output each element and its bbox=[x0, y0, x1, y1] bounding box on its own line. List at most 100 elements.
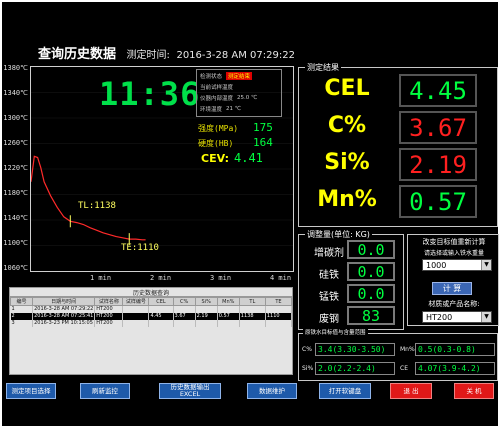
column-header[interactable]: CEL bbox=[148, 297, 174, 306]
info-row: 环境温度 21 ℃ bbox=[197, 103, 281, 114]
chevron-down-icon[interactable]: ▼ bbox=[481, 260, 491, 270]
history-table[interactable]: 历史数据查询 编号 日期与时间 试样名称 试样编号 CEL C% Si% Mn% TL TE 12… bbox=[9, 287, 293, 375]
column-header[interactable]: Si% bbox=[194, 297, 218, 306]
status-info-box: 检测状态 测定结束当前试样温度 仪器内部温度 25.0 ℃ 环境温度 21 ℃ bbox=[196, 69, 282, 117]
table-cell bbox=[217, 305, 240, 313]
table-cell bbox=[195, 305, 218, 313]
table-caption: 历史数据查询 bbox=[10, 288, 292, 297]
cev-label: CEV: bbox=[201, 152, 230, 165]
time-value: 2016-3-28 AM 07:29:22 bbox=[176, 50, 295, 61]
table-cell bbox=[122, 319, 150, 327]
adjust-label: 硅铁 bbox=[319, 270, 339, 281]
column-header[interactable]: 试样名称 bbox=[94, 297, 124, 306]
target-title: 改变目标值重新计算 bbox=[422, 238, 486, 246]
calculate-button[interactable]: 计 算 bbox=[432, 282, 472, 295]
table-row[interactable]: 1 2016-3-28 AM 07:29:22 HT200 bbox=[10, 305, 292, 313]
adjust-value: 0.0 bbox=[347, 284, 395, 303]
y-tick-label: 1260℃ bbox=[3, 139, 28, 147]
table-cell bbox=[148, 305, 174, 313]
table-cell: 1 bbox=[10, 305, 34, 313]
result-value: 2.19 bbox=[399, 148, 477, 181]
table-cell: 2 bbox=[10, 312, 34, 320]
title-text: 查询历史数据 bbox=[38, 47, 117, 62]
clock-display: 11:36 bbox=[99, 75, 201, 113]
y-tick-label: 1140℃ bbox=[3, 214, 28, 222]
adjust-label: 锰铁 bbox=[319, 292, 339, 303]
table-cell bbox=[173, 305, 196, 313]
calibration-title: 原铁水目标值与含量范围 bbox=[303, 328, 368, 336]
table-cell bbox=[239, 305, 266, 313]
adjust-label: 废钢 bbox=[319, 314, 339, 325]
y-tick-label: 1180℃ bbox=[3, 189, 28, 197]
column-header[interactable]: 日期与时间 bbox=[32, 297, 96, 306]
cal-value-ce: 4.07(3.9-4.2) bbox=[415, 362, 495, 375]
weight-value: 1000 bbox=[426, 260, 447, 270]
table-row[interactable]: 2 2016-3-28 AM 07:25:41 HT200 4.45 3.67 2.19 0… bbox=[10, 312, 292, 320]
result-label: CEL bbox=[324, 76, 370, 101]
table-cell bbox=[148, 319, 174, 327]
table-cell: 2016-3-23 PM 10:15:05 bbox=[32, 319, 96, 327]
result-label: Mn% bbox=[317, 187, 377, 212]
target-panel: 改变目标值重新计算 请选择或输入铁水重量 1000 ▼ 计 算 材质或产品名称:… bbox=[407, 234, 499, 326]
table-cell: 3.67 bbox=[173, 312, 196, 320]
table-cell: 2016-3-28 AM 07:25:41 bbox=[32, 312, 96, 320]
cal-value-si: 2.0(2.2-2.4) bbox=[315, 362, 395, 375]
info-label: 当前试样温度 bbox=[200, 84, 234, 91]
weight-select[interactable]: 1000 ▼ bbox=[422, 259, 492, 271]
toolbar-button-4[interactable]: 打开软键盘 bbox=[319, 383, 371, 399]
material-label: 材质或产品名称: bbox=[428, 300, 480, 308]
x-tick-label: 2 min bbox=[150, 274, 172, 282]
results-title: 测定结果 bbox=[305, 62, 341, 73]
y-tick-label: 1060℃ bbox=[3, 264, 28, 272]
info-value: 测定结束 bbox=[226, 71, 253, 80]
strength-label: 强度(MPa) bbox=[198, 124, 239, 133]
page-title: 查询历史数据 测定时间: 2016-3-28 AM 07:29:22 bbox=[38, 43, 295, 62]
toolbar-button-1[interactable]: 刷新监控 bbox=[80, 383, 130, 399]
table-cell bbox=[217, 319, 240, 327]
adjust-value: 0.0 bbox=[347, 240, 395, 259]
toolbar-button-6[interactable]: 关 机 bbox=[454, 383, 494, 399]
toolbar-button-0[interactable]: 测定项目选择 bbox=[6, 383, 56, 399]
calibration-panel: 原铁水目标值与含量范围 C% 3.4(3.30-3.50) Mn% 0.5(0.… bbox=[298, 328, 498, 381]
column-header[interactable]: TE bbox=[264, 297, 292, 306]
cal-label-ce: CE bbox=[400, 365, 408, 372]
adjust-value: 83 bbox=[347, 306, 395, 325]
te-annotation: TE:1110 bbox=[121, 243, 159, 253]
table-cell: 1110 bbox=[265, 312, 292, 320]
cal-label-c: C% bbox=[302, 346, 312, 353]
info-row: 检测状态 测定结束 bbox=[197, 70, 281, 81]
strength-value: 175 bbox=[253, 121, 273, 134]
column-header[interactable]: Mn% bbox=[216, 297, 240, 306]
adjust-title: 调整量(单位: KG) bbox=[305, 229, 372, 240]
column-header[interactable]: C% bbox=[172, 297, 196, 306]
x-tick-label: 3 min bbox=[210, 274, 232, 282]
time-label: 测定时间: bbox=[126, 50, 170, 61]
column-header[interactable]: 编号 bbox=[10, 297, 34, 306]
hardness-label: 硬度(HB) bbox=[198, 139, 234, 148]
info-label: 环境温度 bbox=[200, 106, 223, 113]
column-header[interactable]: TL bbox=[238, 297, 266, 306]
table-cell bbox=[265, 305, 292, 313]
cal-value-c: 3.4(3.30-3.50) bbox=[315, 343, 395, 356]
table-cell bbox=[122, 305, 150, 313]
hardness-value: 164 bbox=[253, 136, 273, 149]
toolbar-button-2[interactable]: 历史数据输出 EXCEL bbox=[159, 383, 221, 399]
table-cell: 2016-3-28 AM 07:29:22 bbox=[32, 305, 96, 313]
result-label: C% bbox=[327, 113, 367, 138]
adjust-label: 增碳剂 bbox=[314, 248, 344, 259]
info-label: 仪器内部温度 bbox=[200, 95, 234, 102]
info-row: 当前试样温度 bbox=[197, 81, 281, 92]
material-select[interactable]: HT200 ▼ bbox=[422, 311, 492, 323]
y-tick-label: 1340℃ bbox=[3, 89, 28, 97]
table-cell: HT200 bbox=[94, 319, 124, 327]
chevron-down-icon[interactable]: ▼ bbox=[481, 312, 491, 322]
x-tick-label: 4 min bbox=[270, 274, 292, 282]
info-value: 25.0 ℃ bbox=[237, 94, 258, 101]
table-cell: 4.45 bbox=[148, 312, 174, 320]
toolbar-button-3[interactable]: 数据维护 bbox=[247, 383, 297, 399]
result-label: Si% bbox=[324, 150, 370, 175]
table-row[interactable]: 3 2016-3-23 PM 10:15:05 HT200 bbox=[10, 319, 292, 327]
column-header[interactable]: 试样编号 bbox=[122, 297, 150, 306]
cal-value-mn: 0.5(0.3-0.8) bbox=[415, 343, 495, 356]
toolbar-button-5[interactable]: 退 出 bbox=[390, 383, 432, 399]
